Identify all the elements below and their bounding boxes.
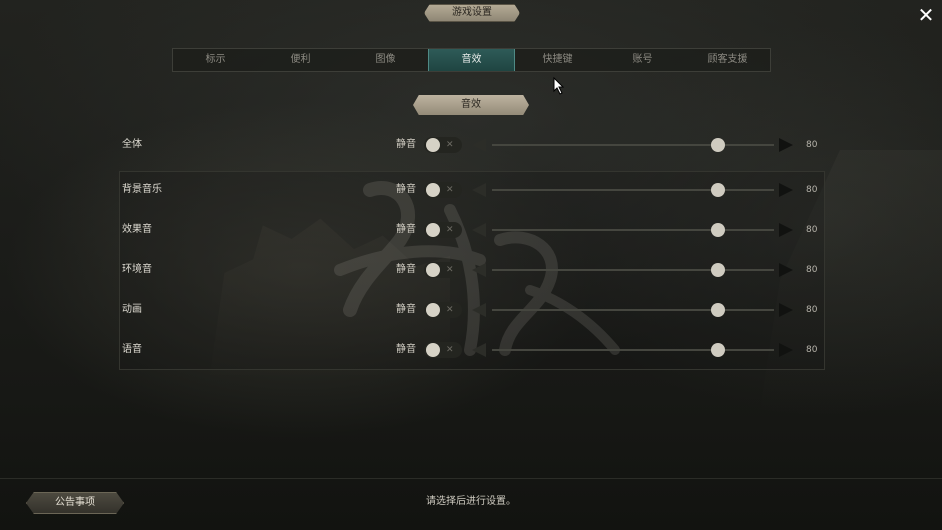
arrow-left-icon[interactable] (472, 263, 486, 277)
mute-toggle[interactable]: ✕ (424, 342, 462, 358)
row-label: 全体 (122, 139, 142, 150)
volume-value: 80 (806, 265, 818, 275)
mute-label: 静音 (396, 224, 416, 235)
tab-graphics[interactable]: 图像 (343, 49, 428, 71)
volume-row-effects: 效果音 静音 ✕ 80 (0, 220, 942, 240)
volume-slider-thumb[interactable] (710, 303, 725, 317)
arrow-left-icon[interactable] (472, 303, 486, 317)
row-label: 效果音 (122, 224, 152, 235)
window-title: 游戏设置 (424, 4, 520, 22)
volume-slider-thumb[interactable] (710, 343, 725, 357)
toggle-knob (426, 223, 440, 237)
arrow-left-icon[interactable] (472, 223, 486, 237)
toggle-knob (426, 263, 440, 277)
mute-label: 静音 (396, 264, 416, 275)
arrow-right-icon[interactable] (779, 138, 793, 152)
mute-label: 静音 (396, 304, 416, 315)
mute-label: 静音 (396, 139, 416, 150)
row-label: 动画 (122, 304, 142, 315)
volume-slider-track[interactable] (492, 269, 774, 271)
arrow-right-icon[interactable] (779, 223, 793, 237)
footer-hint: 请选择后进行设置。 (426, 496, 516, 507)
volume-slider-thumb[interactable] (710, 183, 725, 197)
x-icon: ✕ (446, 225, 454, 235)
x-icon: ✕ (446, 265, 454, 275)
volume-row-voice: 语音 静音 ✕ 80 (0, 340, 942, 360)
tab-customer-support[interactable]: 顾客支援 (685, 49, 770, 71)
row-label: 环境音 (122, 264, 152, 275)
row-label: 背景音乐 (122, 184, 162, 195)
volume-value: 80 (806, 185, 818, 195)
arrow-right-icon[interactable] (779, 303, 793, 317)
volume-row-bgm: 背景音乐 静音 ✕ 80 (0, 180, 942, 200)
mute-toggle[interactable]: ✕ (424, 137, 462, 153)
mute-toggle[interactable]: ✕ (424, 302, 462, 318)
arrow-right-icon[interactable] (779, 263, 793, 277)
tab-convenience[interactable]: 便利 (258, 49, 343, 71)
mute-label: 静音 (396, 344, 416, 355)
footer-divider (0, 478, 942, 479)
mute-toggle[interactable]: ✕ (424, 262, 462, 278)
x-icon: ✕ (446, 185, 454, 195)
volume-slider-thumb[interactable] (710, 138, 725, 152)
settings-tabs: 标示 便利 图像 音效 快捷键 账号 顾客支援 (172, 48, 771, 72)
volume-value: 80 (806, 225, 818, 235)
volume-slider-track[interactable] (492, 144, 774, 146)
toggle-knob (426, 343, 440, 357)
volume-slider-thumb[interactable] (710, 263, 725, 277)
x-icon: ✕ (446, 345, 454, 355)
volume-slider-track[interactable] (492, 229, 774, 231)
tab-account[interactable]: 账号 (600, 49, 685, 71)
settings-screen: 游戏设置 ✕ 标示 便利 图像 音效 快捷键 账号 顾客支援 音效 全体 静音 … (0, 0, 942, 530)
tab-sound[interactable]: 音效 (428, 49, 515, 71)
arrow-right-icon[interactable] (779, 183, 793, 197)
toggle-knob (426, 183, 440, 197)
volume-slider-track[interactable] (492, 309, 774, 311)
section-title: 音效 (413, 95, 529, 115)
mute-label: 静音 (396, 184, 416, 195)
row-label: 语音 (122, 344, 142, 355)
volume-slider-track[interactable] (492, 189, 774, 191)
volume-value: 80 (806, 345, 818, 355)
arrow-left-icon[interactable] (472, 343, 486, 357)
tab-indicator[interactable]: 标示 (173, 49, 258, 71)
volume-slider-track[interactable] (492, 349, 774, 351)
mouse-cursor-icon (553, 77, 565, 95)
x-icon: ✕ (446, 140, 454, 150)
arrow-left-icon[interactable] (472, 138, 486, 152)
close-icon[interactable]: ✕ (914, 4, 938, 26)
mute-toggle[interactable]: ✕ (424, 222, 462, 238)
volume-row-animation: 动画 静音 ✕ 80 (0, 300, 942, 320)
toggle-knob (426, 303, 440, 317)
tab-hotkeys[interactable]: 快捷键 (515, 49, 600, 71)
volume-value: 80 (806, 140, 818, 150)
volume-row-master: 全体 静音 ✕ 80 (0, 135, 942, 155)
volume-slider-thumb[interactable] (710, 223, 725, 237)
volume-value: 80 (806, 305, 818, 315)
toggle-knob (426, 138, 440, 152)
arrow-right-icon[interactable] (779, 343, 793, 357)
arrow-left-icon[interactable] (472, 183, 486, 197)
x-icon: ✕ (446, 305, 454, 315)
mute-toggle[interactable]: ✕ (424, 182, 462, 198)
volume-row-ambient: 环境音 静音 ✕ 80 (0, 260, 942, 280)
